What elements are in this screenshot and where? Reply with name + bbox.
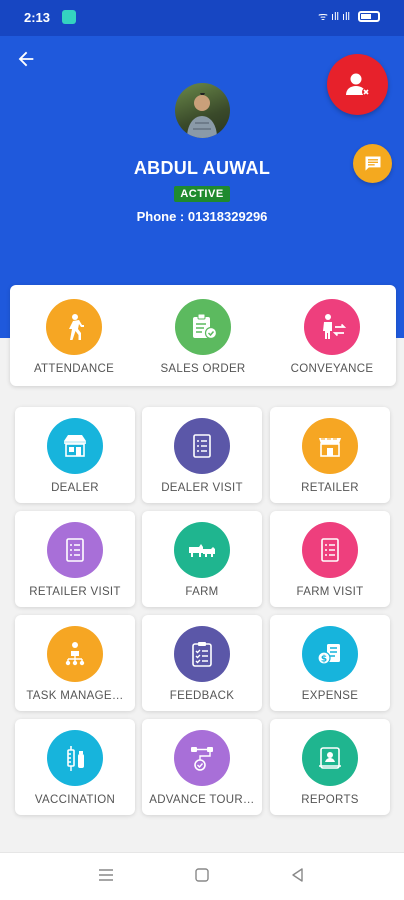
quick-action-sales-order[interactable]: SALES ORDER (139, 285, 267, 386)
status-time: 2:13 (24, 10, 51, 25)
logout-button[interactable] (327, 54, 388, 115)
tile-label: DEALER VISIT (161, 482, 243, 494)
clipboard-order-icon (175, 299, 231, 355)
tile-dealer[interactable]: DEALER (15, 407, 135, 503)
quick-action-label: SALES ORDER (160, 363, 246, 375)
tile-label: RETAILER (301, 482, 359, 494)
tile-retailer[interactable]: RETAILER (270, 407, 390, 503)
tile-label: FARM (185, 586, 219, 598)
home-icon[interactable] (192, 867, 212, 887)
user-remove-icon (345, 73, 370, 96)
livestock-icon (174, 522, 230, 578)
reports-icon (302, 730, 358, 786)
tile-label: VACCINATION (34, 794, 116, 806)
checklist-icon (47, 522, 103, 578)
person-transfer-icon (304, 299, 360, 355)
avatar (175, 83, 230, 138)
tile-label: EXPENSE (301, 690, 359, 702)
expense-icon: $ (302, 626, 358, 682)
tile-label: REPORTS (301, 794, 359, 806)
feedback-clipboard-icon (174, 626, 230, 682)
tour-route-icon (174, 730, 230, 786)
shop-icon (47, 418, 103, 474)
quick-action-conveyance[interactable]: CONVEYANCE (268, 285, 396, 386)
tile-retailer-visit[interactable]: RETAILER VISIT (15, 511, 135, 607)
phone-number: Phone : 01318329296 (136, 209, 268, 224)
tile-expense[interactable]: $ EXPENSE (270, 615, 390, 711)
quick-actions-card: ATTENDANCE SALES ORDER CONVEYANCE (10, 285, 396, 386)
tile-label: FARM VISIT (296, 586, 364, 598)
battery-icon (358, 11, 380, 22)
status-indicators: ᯤ ıll ıll (318, 9, 380, 24)
tile-dealer-visit[interactable]: DEALER VISIT (142, 407, 262, 503)
tile-reports[interactable]: REPORTS (270, 719, 390, 815)
tile-label: TASK MANAGE… (26, 690, 124, 702)
user-name: ABDUL AUWAL (133, 158, 271, 178)
tile-label: FEEDBACK (169, 690, 235, 702)
tile-farm-visit[interactable]: FARM VISIT (270, 511, 390, 607)
system-navigation-bar (0, 852, 404, 900)
checklist-icon (302, 522, 358, 578)
tile-label: DEALER (51, 482, 99, 494)
status-bar: 2:13 ᯤ ıll ıll (0, 0, 404, 36)
quick-action-label: CONVEYANCE (290, 363, 374, 375)
signal-wifi-icon: ᯤ ıll ıll (317, 11, 350, 23)
walking-person-icon (46, 299, 102, 355)
status-badge: ACTIVE (174, 186, 230, 202)
back-nav-icon[interactable] (288, 867, 308, 887)
tile-feedback[interactable]: FEEDBACK (142, 615, 262, 711)
app-notification-icon (62, 10, 76, 24)
tile-task-management[interactable]: TASK MANAGE… (15, 615, 135, 711)
team-tasks-icon (47, 626, 103, 682)
tile-label: RETAILER VISIT (29, 586, 121, 598)
quick-action-label: ATTENDANCE (33, 363, 115, 375)
tile-advance-tour[interactable]: ADVANCE TOUR… (142, 719, 262, 815)
tile-vaccination[interactable]: VACCINATION (15, 719, 135, 815)
quick-action-attendance[interactable]: ATTENDANCE (10, 285, 138, 386)
back-arrow-icon[interactable] (12, 48, 40, 76)
tile-label: ADVANCE TOUR… (149, 794, 255, 806)
store-icon (302, 418, 358, 474)
svg-text:$: $ (321, 655, 327, 665)
recent-apps-icon[interactable] (96, 867, 116, 887)
syringe-icon (47, 730, 103, 786)
tile-farm[interactable]: FARM (142, 511, 262, 607)
checklist-icon (174, 418, 230, 474)
